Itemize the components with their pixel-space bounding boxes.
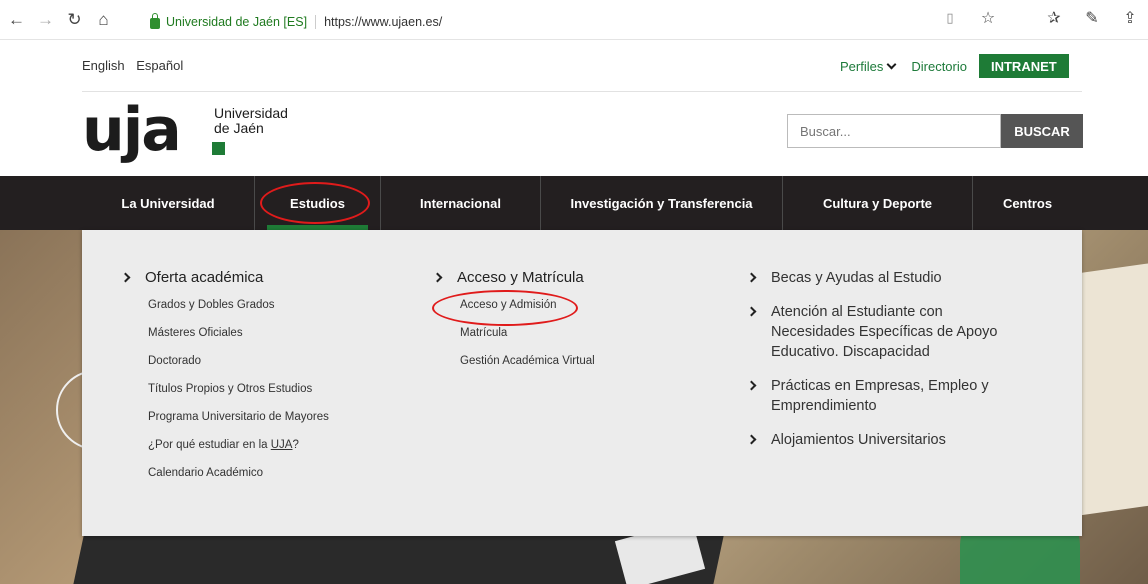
becas-label: Becas y Ayudas al Estudio	[771, 270, 942, 286]
search-button[interactable]: BUSCAR	[1001, 114, 1083, 148]
lock-icon	[150, 12, 160, 29]
header-divider	[82, 91, 1082, 92]
logo-green-square	[212, 142, 225, 155]
dropdown-column-acceso: Acceso y Matrícula Acceso y Admisión Mat…	[432, 268, 595, 378]
link-becas[interactable]: Becas y Ayudas al Estudio	[746, 268, 1028, 288]
dropdown-column-oferta: Oferta académica Grados y Dobles Grados …	[120, 268, 329, 490]
link-programa-mayores[interactable]: Programa Universitario de Mayores	[148, 406, 329, 434]
link-calendario[interactable]: Calendario Académico	[148, 462, 329, 490]
logo-subtitle: Universidad de Jaén	[214, 106, 288, 136]
oferta-academica-list: Grados y Dobles Grados Másteres Oficiale…	[148, 294, 329, 490]
acceso-matricula-list: Acceso y Admisión Matrícula Gestión Acad…	[460, 294, 595, 378]
uja-logo[interactable]: uja Universidad de Jaén	[82, 95, 288, 165]
oferta-academica-label: Oferta académica	[145, 269, 264, 286]
link-atencion-estudiante[interactable]: Atención al Estudiante con Necesidades E…	[746, 302, 1028, 362]
acceso-matricula-heading[interactable]: Acceso y Matrícula	[432, 268, 595, 288]
chevron-right-icon	[746, 434, 757, 445]
logo-sub-line1: Universidad	[214, 105, 288, 121]
forward-icon[interactable]: →	[33, 7, 58, 32]
link-doctorado[interactable]: Doctorado	[148, 350, 329, 378]
favorite-star-icon[interactable]: ☆	[978, 8, 998, 28]
home-icon[interactable]: ⌂	[91, 7, 116, 32]
directorio-link[interactable]: Directorio	[911, 59, 967, 74]
estudios-dropdown-panel: Oferta académica Grados y Dobles Grados …	[82, 230, 1082, 536]
nav-centros[interactable]: Centros	[972, 176, 1082, 230]
chevron-right-icon	[746, 272, 757, 283]
atencion-label: Atención al Estudiante con Necesidades E…	[771, 304, 998, 360]
oferta-academica-heading[interactable]: Oferta académica	[120, 268, 329, 288]
search-form: BUSCAR	[787, 114, 1083, 148]
link-matricula[interactable]: Matrícula	[460, 322, 595, 350]
nav-estudios[interactable]: Estudios	[254, 176, 380, 230]
nav-cultura-deporte[interactable]: Cultura y Deporte	[782, 176, 972, 230]
address-bar[interactable]: Universidad de Jaén [ES] https://www.uja…	[150, 12, 442, 32]
por-que-text: ¿Por qué estudiar en la	[148, 439, 271, 451]
link-acceso-admision[interactable]: Acceso y Admisión	[460, 294, 595, 322]
perfiles-label: Perfiles	[840, 58, 884, 74]
chevron-right-icon	[746, 380, 757, 391]
practicas-label: Prácticas en Empresas, Empleo y Emprendi…	[771, 378, 989, 414]
nav-investigacion[interactable]: Investigación y Transferencia	[540, 176, 782, 230]
favorites-list-icon[interactable]: ✰	[1044, 8, 1064, 28]
language-links: English Español	[82, 58, 191, 73]
chevron-right-icon	[432, 272, 443, 283]
logo-wordmark: uja	[82, 95, 182, 165]
acceso-matricula-label: Acceso y Matrícula	[457, 269, 584, 286]
browser-tools: ▯ ☆ ✰ ✎ ⇪	[940, 8, 1140, 28]
browser-toolbar: ← → ↻ ⌂ Universidad de Jaén [ES] https:/…	[0, 0, 1148, 40]
link-practicas[interactable]: Prácticas en Empresas, Empleo y Emprendi…	[746, 376, 1028, 416]
lang-english-link[interactable]: English	[82, 58, 125, 73]
intranet-button[interactable]: INTRANET	[978, 54, 1069, 78]
notes-pen-icon[interactable]: ✎	[1082, 8, 1102, 28]
site-identity: Universidad de Jaén [ES]	[166, 15, 308, 29]
link-grados[interactable]: Grados y Dobles Grados	[148, 294, 329, 322]
back-icon[interactable]: ←	[4, 7, 29, 32]
nav-internacional[interactable]: Internacional	[380, 176, 540, 230]
link-titulos-propios[interactable]: Títulos Propios y Otros Estudios	[148, 378, 329, 406]
chevron-down-icon	[886, 59, 897, 69]
link-alojamientos[interactable]: Alojamientos Universitarios	[746, 430, 1028, 450]
dropdown-column-servicios: Becas y Ayudas al Estudio Atención al Es…	[746, 268, 1028, 464]
header-top-right: Perfiles Directorio INTRANET	[840, 54, 1069, 78]
link-por-que-estudiar[interactable]: ¿Por qué estudiar en la UJA?	[148, 434, 329, 462]
question-mark: ?	[292, 439, 299, 451]
reading-view-icon[interactable]: ▯	[940, 10, 960, 26]
main-navigation: La Universidad Estudios Internacional In…	[0, 176, 1148, 230]
link-masteres[interactable]: Másteres Oficiales	[148, 322, 329, 350]
address-divider	[315, 15, 317, 29]
refresh-icon[interactable]: ↻	[62, 7, 87, 32]
uja-abbr: UJA	[270, 439, 293, 451]
lang-spanish-link[interactable]: Español	[136, 58, 183, 73]
link-gestion-academica[interactable]: Gestión Académica Virtual	[460, 350, 595, 378]
search-input[interactable]	[787, 114, 1001, 148]
nav-la-universidad[interactable]: La Universidad	[82, 176, 254, 230]
chevron-right-icon	[120, 272, 131, 283]
perfiles-dropdown[interactable]: Perfiles	[840, 58, 897, 74]
chevron-right-icon	[746, 306, 757, 317]
share-icon[interactable]: ⇪	[1120, 8, 1140, 28]
alojamientos-label: Alojamientos Universitarios	[771, 432, 946, 448]
logo-sub-line2: de Jaén	[214, 120, 264, 136]
url-text[interactable]: https://www.ujaen.es/	[324, 15, 442, 29]
